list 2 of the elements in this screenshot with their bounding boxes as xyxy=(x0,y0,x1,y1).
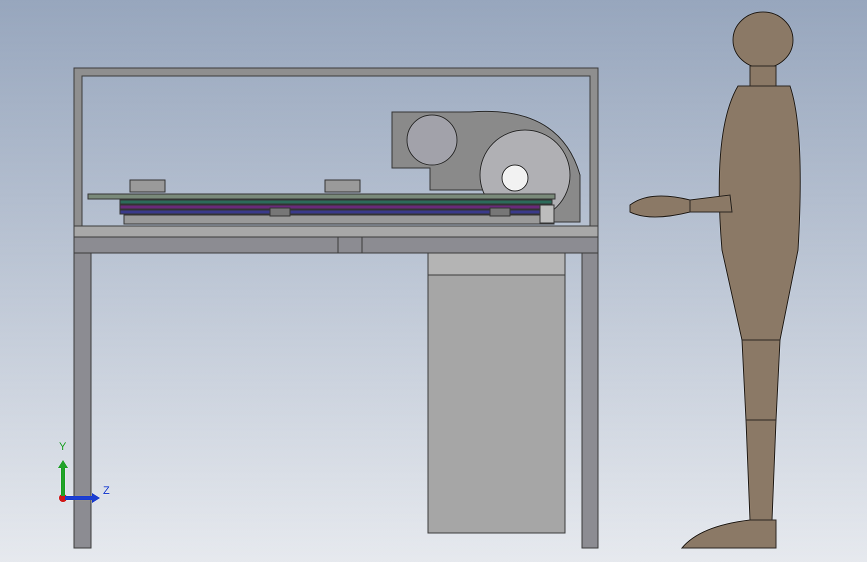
axis-label: Y xyxy=(59,442,66,453)
axis-label: Z xyxy=(103,486,110,497)
